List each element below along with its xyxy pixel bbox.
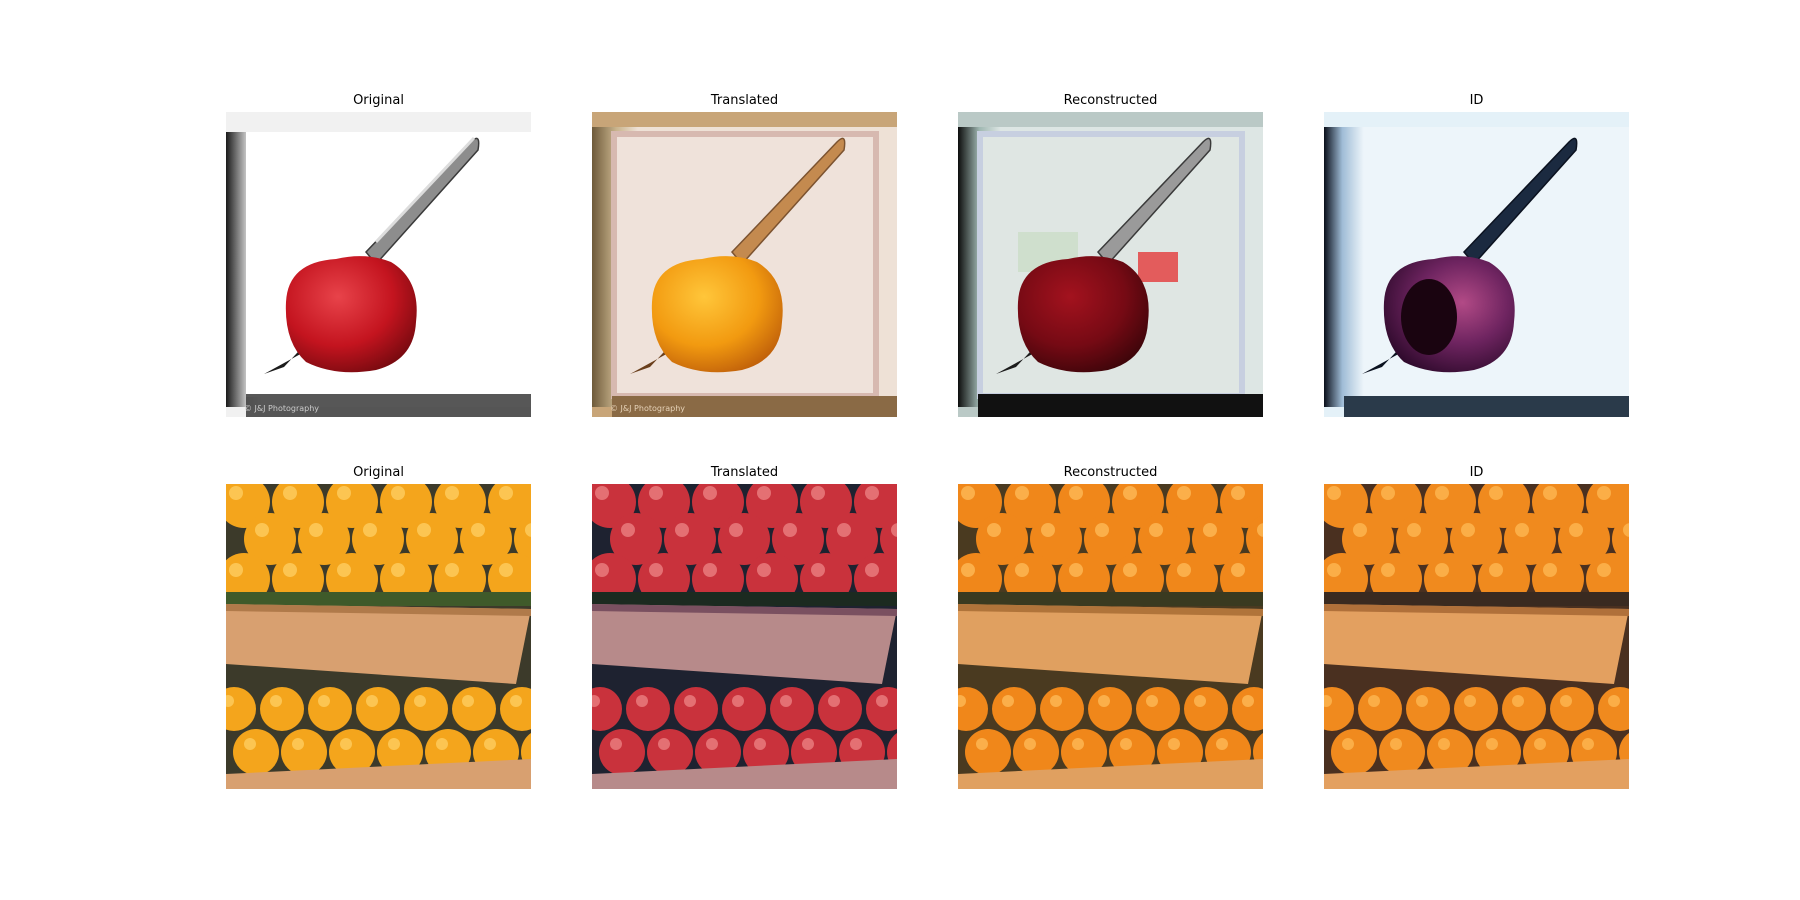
oranges-translated-image bbox=[592, 484, 897, 789]
oranges-id-image bbox=[1324, 484, 1629, 789]
oranges-original-image bbox=[226, 484, 531, 789]
panel-title: Reconstructed bbox=[1063, 93, 1158, 108]
panel-title: Original bbox=[353, 93, 404, 108]
panel-title: Translated bbox=[710, 93, 779, 108]
panel-title: Original bbox=[353, 465, 404, 480]
svg-text:© J&J Photography: © J&J Photography bbox=[610, 404, 685, 413]
apple-id-image bbox=[1324, 112, 1629, 417]
panel-title: ID bbox=[1469, 93, 1484, 108]
panel-title: Reconstructed bbox=[1063, 465, 1158, 480]
apple-reconstructed-image bbox=[958, 112, 1263, 417]
apple-original-image: © J&J Photography bbox=[226, 112, 531, 417]
apple-translated-image: © J&J Photography bbox=[592, 112, 897, 417]
svg-text:© J&J Photography: © J&J Photography bbox=[244, 404, 319, 413]
oranges-reconstructed-image bbox=[958, 484, 1263, 789]
panel-title: ID bbox=[1469, 465, 1484, 480]
figure-grid: Original © J&J Photography Translated © … bbox=[0, 0, 1800, 900]
panel-title: Translated bbox=[710, 465, 779, 480]
